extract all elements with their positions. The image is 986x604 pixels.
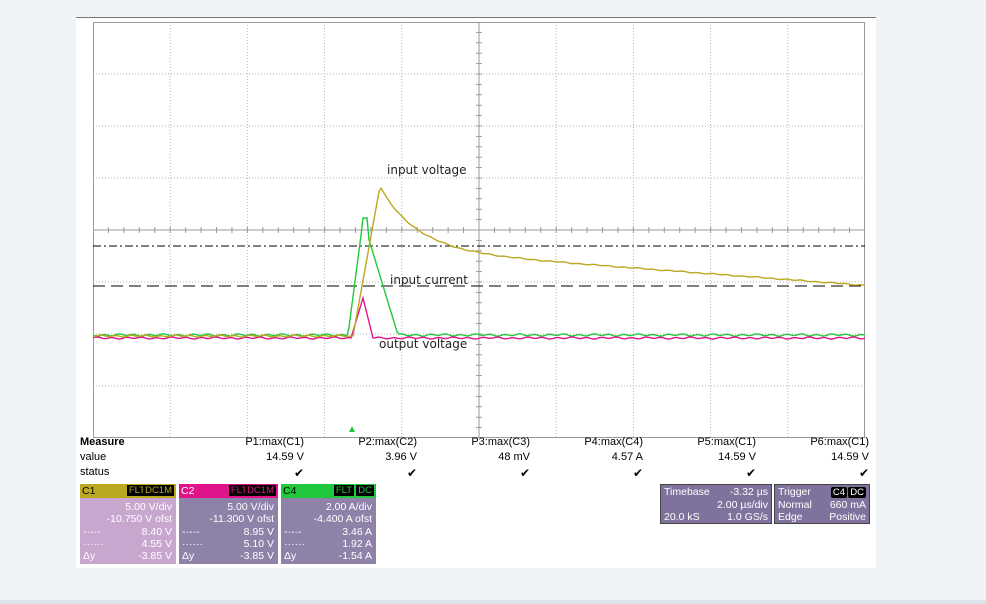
- delta-y-label: Δy: [182, 550, 195, 562]
- annotation-input-current: input current: [390, 273, 468, 287]
- adiv-value: 2.00 A/div: [325, 501, 372, 513]
- trigger-mode: Normal: [778, 499, 812, 511]
- timebase-panel[interactable]: Timebase -3.32 µs 2.00 µs/div 20.0 kS 1.…: [660, 484, 772, 524]
- trigger-slope: Positive: [829, 511, 866, 523]
- cursor2-value: 5.10 V: [243, 538, 274, 550]
- trigger-panel[interactable]: Trigger C4 DC Normal 660 mA Edge Positiv…: [774, 484, 870, 524]
- waveform-display: C1 C2 C4: [93, 22, 865, 438]
- cursor1-symbol: -·-·-: [83, 526, 101, 538]
- scope-window: C1 C2 C4 input voltage input current out…: [76, 17, 876, 568]
- measure-status-label: status: [80, 466, 110, 478]
- measure-value-label: value: [80, 451, 107, 463]
- channel-name: C2: [181, 485, 195, 497]
- vdiv-value: 5.00 V/div: [125, 501, 172, 513]
- status-check-icon: ✔: [406, 466, 417, 480]
- trigger-level: 660 mA: [829, 499, 866, 511]
- timebase-delay: -3.32 µs: [729, 486, 768, 498]
- measure-col-p4[interactable]: P4:max(C4): [533, 436, 643, 448]
- offset-value: -10.750 V ofst: [106, 513, 172, 525]
- annotation-output-voltage: output voltage: [379, 337, 468, 351]
- cursor1-value: 8.40 V: [141, 526, 172, 538]
- measure-value-p1: 14.59 V: [266, 451, 304, 463]
- coupling-tag: FLT: [333, 485, 354, 496]
- status-check-icon: ✔: [745, 466, 756, 480]
- coupling-tag: DC1M: [143, 485, 174, 496]
- measure-col-p3[interactable]: P3:max(C3): [420, 436, 530, 448]
- trigger-label: Trigger: [778, 486, 811, 498]
- measure-title: Measure: [80, 436, 125, 448]
- channel-panel-c2[interactable]: C2 FLT DC1M 5.00 V/div -11.300 V ofst -·…: [179, 484, 278, 564]
- cursor1-symbol: -·-·-: [284, 526, 302, 538]
- measure-value-p4: 4.57 A: [611, 451, 643, 463]
- delta-y-value: -3.85 V: [138, 550, 172, 562]
- status-check-icon: ✔: [293, 466, 304, 480]
- cursor1-symbol: -·-·-: [182, 526, 200, 538]
- trigger-coupling-tag: DC: [848, 487, 866, 498]
- offset-value: -11.300 V ofst: [209, 513, 274, 525]
- cursor2-value: 4.55 V: [141, 538, 172, 550]
- trigger-source-tag: C4: [830, 487, 847, 498]
- cursor1-value: 8.95 V: [243, 526, 274, 538]
- status-check-icon: ✔: [858, 466, 869, 480]
- measure-value-p6: 14.59 V: [831, 451, 869, 463]
- measure-col-p1[interactable]: P1:max(C1): [194, 436, 304, 448]
- status-check-icon: ✔: [632, 466, 643, 480]
- channel-name: C1: [82, 485, 96, 497]
- offset-value: -4.400 A ofst: [313, 513, 372, 525]
- annotation-input-voltage: input voltage: [387, 163, 467, 177]
- channel-panel-c1[interactable]: C1 FLT DC1M 5.00 V/div -10.750 V ofst -·…: [80, 484, 176, 564]
- measure-col-p2[interactable]: P2:max(C2): [307, 436, 417, 448]
- measure-value-p5: 14.59 V: [718, 451, 756, 463]
- measure-col-p6[interactable]: P6:max(C1): [759, 436, 869, 448]
- channel-panel-c4[interactable]: C4 FLT DC 2.00 A/div -4.400 A ofst -·-·-…: [281, 484, 376, 564]
- timebase-rate: 1.0 GS/s: [727, 511, 768, 523]
- cursor2-symbol: ······: [182, 538, 203, 550]
- delta-y-value: -1.54 A: [338, 550, 372, 562]
- timebase-label: Timebase: [664, 486, 710, 498]
- trigger-type: Edge: [778, 511, 803, 523]
- channel-name: C4: [283, 485, 297, 497]
- measure-value-p3: 48 mV: [498, 451, 530, 463]
- coupling-tag: DC1M: [245, 485, 276, 496]
- cursor2-symbol: ······: [83, 538, 104, 550]
- timebase-tdiv: 2.00 µs/div: [717, 499, 768, 511]
- cursor2-symbol: ······: [284, 538, 305, 550]
- status-check-icon: ✔: [519, 466, 530, 480]
- delta-y-value: -3.85 V: [240, 550, 274, 562]
- coupling-tag: DC: [356, 485, 374, 496]
- timebase-samples: 20.0 kS: [664, 511, 700, 523]
- delta-y-label: Δy: [83, 550, 96, 562]
- measure-col-p5[interactable]: P5:max(C1): [646, 436, 756, 448]
- vdiv-value: 5.00 V/div: [227, 501, 274, 513]
- cursor2-value: 1.92 A: [342, 538, 372, 550]
- measure-value-p2: 3.96 V: [385, 451, 417, 463]
- delta-y-label: Δy: [284, 550, 297, 562]
- cursor1-value: 3.46 A: [342, 526, 372, 538]
- window-bottom-edge: [0, 600, 986, 604]
